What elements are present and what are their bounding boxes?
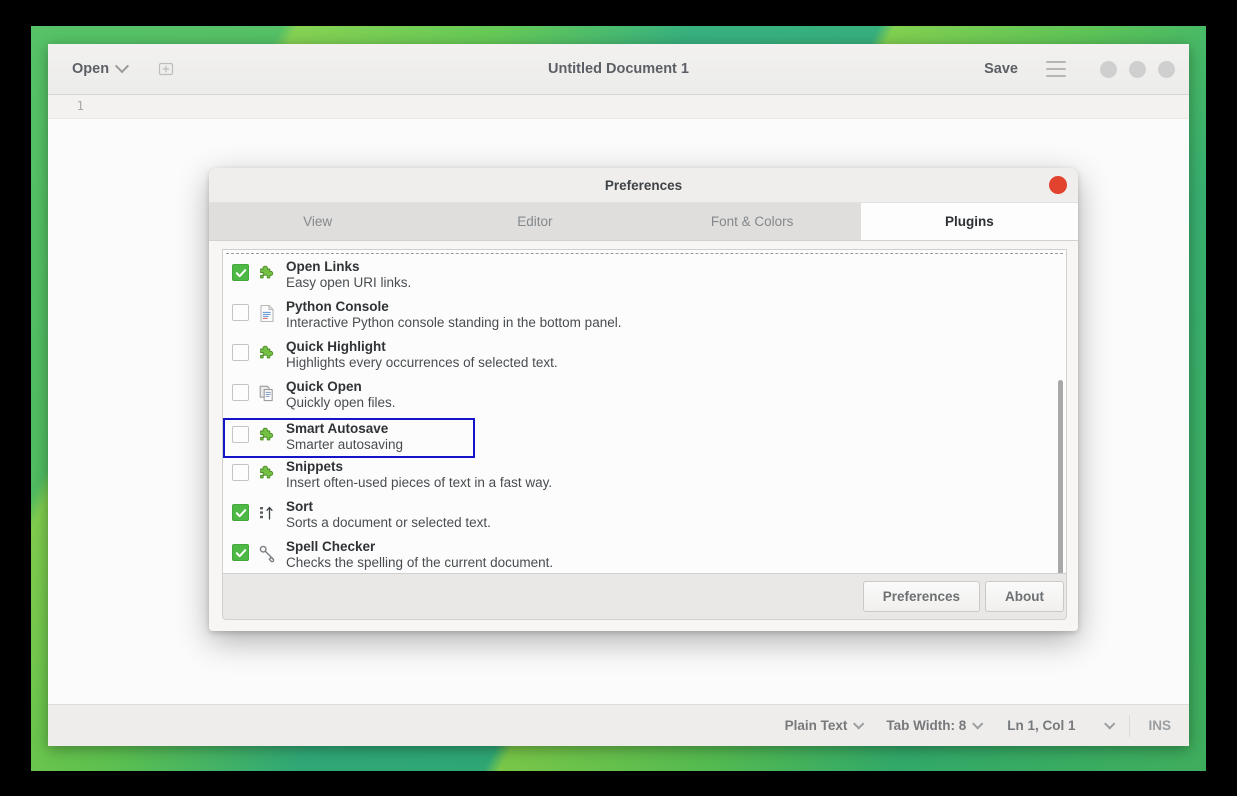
maximize-button[interactable] [1129,61,1146,78]
plugin-text: Smart AutosaveSmarter autosaving [286,420,403,454]
chevron-down-icon [1105,718,1116,729]
plugin-description: Highlights every occurrences of selected… [286,355,558,371]
insert-mode-label: INS [1136,714,1185,737]
plugin-description: Smarter autosaving [286,437,403,453]
chevron-down-icon [853,718,864,729]
tab-width-selector[interactable]: Tab Width: 8 [874,714,993,737]
plugin-list[interactable]: Open LinksEasy open URI links. Python Con… [222,249,1067,573]
plugin-row-sort[interactable]: SortSorts a document or selected text. [223,498,1066,538]
text-document-icon [257,303,277,323]
new-tab-icon[interactable] [157,60,175,78]
plugin-text: SortSorts a document or selected text. [286,498,491,532]
dialog-bottom-padding [209,620,1078,631]
plugin-row-snippets[interactable]: SnippetsInsert often-used pieces of text… [223,458,1066,498]
copy-documents-icon [257,383,277,403]
puzzle-piece-icon [257,343,277,363]
statusbar-divider [1129,715,1130,737]
language-label: Plain Text [785,718,848,733]
plugin-checkbox[interactable] [232,504,249,521]
close-button[interactable] [1158,61,1175,78]
plugin-checkbox[interactable] [232,344,249,361]
preferences-tab-bar: View Editor Font & Colors Plugins [209,203,1078,241]
plugin-action-bar: Preferences About [222,573,1067,620]
chevron-down-icon [115,59,129,73]
cursor-position-label: Ln 1, Col 1 [1007,718,1075,733]
plugin-description: Quickly open files. [286,395,396,411]
plugin-description: Checks the spelling of the current docum… [286,555,553,571]
tab-view[interactable]: View [209,203,426,240]
plugin-description: Insert often-used pieces of text in a fa… [286,475,552,491]
tab-width-label: Tab Width: 8 [886,718,966,733]
puzzle-piece-icon [257,425,277,445]
plugin-name: Open Links [286,259,411,275]
plugin-checkbox[interactable] [232,384,249,401]
plugin-list-scrollbar[interactable] [1058,380,1063,573]
plugin-checkbox[interactable] [232,304,249,321]
plugin-about-button[interactable]: About [985,581,1064,612]
open-button-label: Open [72,61,109,77]
plugin-text: Quick OpenQuickly open files. [286,378,396,412]
plugin-preferences-button[interactable]: Preferences [863,581,980,612]
close-icon[interactable] [1049,176,1067,194]
plugin-checkbox[interactable] [232,544,249,561]
plugin-row-quick-open[interactable]: Quick OpenQuickly open files. [223,378,1066,418]
open-button[interactable]: Open [68,56,131,82]
current-line-highlight [48,95,1189,119]
line-number-gutter: 1 [58,98,84,113]
tab-editor[interactable]: Editor [426,203,643,240]
plugin-name: Quick Open [286,379,396,395]
chevron-down-icon [972,718,983,729]
plugin-name: Sort [286,499,491,515]
sort-ascending-icon [257,503,277,523]
plugin-row-smart-autosave[interactable]: Smart AutosaveSmarter autosaving [223,418,475,458]
plugin-description: Interactive Python console standing in t… [286,315,621,331]
puzzle-piece-icon [257,463,277,483]
plugins-panel: Open LinksEasy open URI links. Python Con… [209,241,1078,620]
plugin-name: Quick Highlight [286,339,558,355]
save-button[interactable]: Save [974,56,1028,82]
plugin-name: Spell Checker [286,539,553,555]
puzzle-piece-icon [257,263,277,283]
plugin-description: Easy open URI links. [286,275,411,291]
minimize-button[interactable] [1100,61,1117,78]
plugin-name: Python Console [286,299,621,315]
cursor-position-selector[interactable]: Ln 1, Col 1 [993,714,1123,737]
plugin-checkbox[interactable] [232,464,249,481]
wrench-icon [257,543,277,563]
gedit-headerbar: Open Untitled Document 1 Save [48,44,1189,95]
plugin-name: Smart Autosave [286,421,403,437]
plugin-name: Snippets [286,459,552,475]
plugin-row-spell-checker[interactable]: Spell CheckerChecks the spelling of the … [223,538,1066,573]
plugin-row-open-links[interactable]: Open LinksEasy open URI links. [223,258,1066,298]
hamburger-menu-icon[interactable] [1046,61,1066,77]
dialog-title: Preferences [605,178,682,193]
gedit-statusbar: Plain Text Tab Width: 8 Ln 1, Col 1 INS [48,704,1189,746]
plugin-row-python-console[interactable]: Python ConsoleInteractive Python console… [223,298,1066,338]
plugin-text: Open LinksEasy open URI links. [286,258,411,292]
plugin-description: Sorts a document or selected text. [286,515,491,531]
tab-plugins[interactable]: Plugins [861,203,1078,240]
preferences-dialog: Preferences View Editor Font & Colors Pl… [209,168,1078,631]
plugin-text: Python ConsoleInteractive Python console… [286,298,621,332]
plugin-text: Quick HighlightHighlights every occurren… [286,338,558,372]
plugin-row-quick-highlight[interactable]: Quick HighlightHighlights every occurren… [223,338,1066,378]
plugin-text: SnippetsInsert often-used pieces of text… [286,458,552,492]
language-selector[interactable]: Plain Text [773,714,875,737]
plugin-checkbox[interactable] [232,426,249,443]
plugin-text: Spell CheckerChecks the spelling of the … [286,538,553,572]
preferences-titlebar: Preferences [209,168,1078,203]
plugin-checkbox[interactable] [232,264,249,281]
tab-font-and-colors[interactable]: Font & Colors [644,203,861,240]
